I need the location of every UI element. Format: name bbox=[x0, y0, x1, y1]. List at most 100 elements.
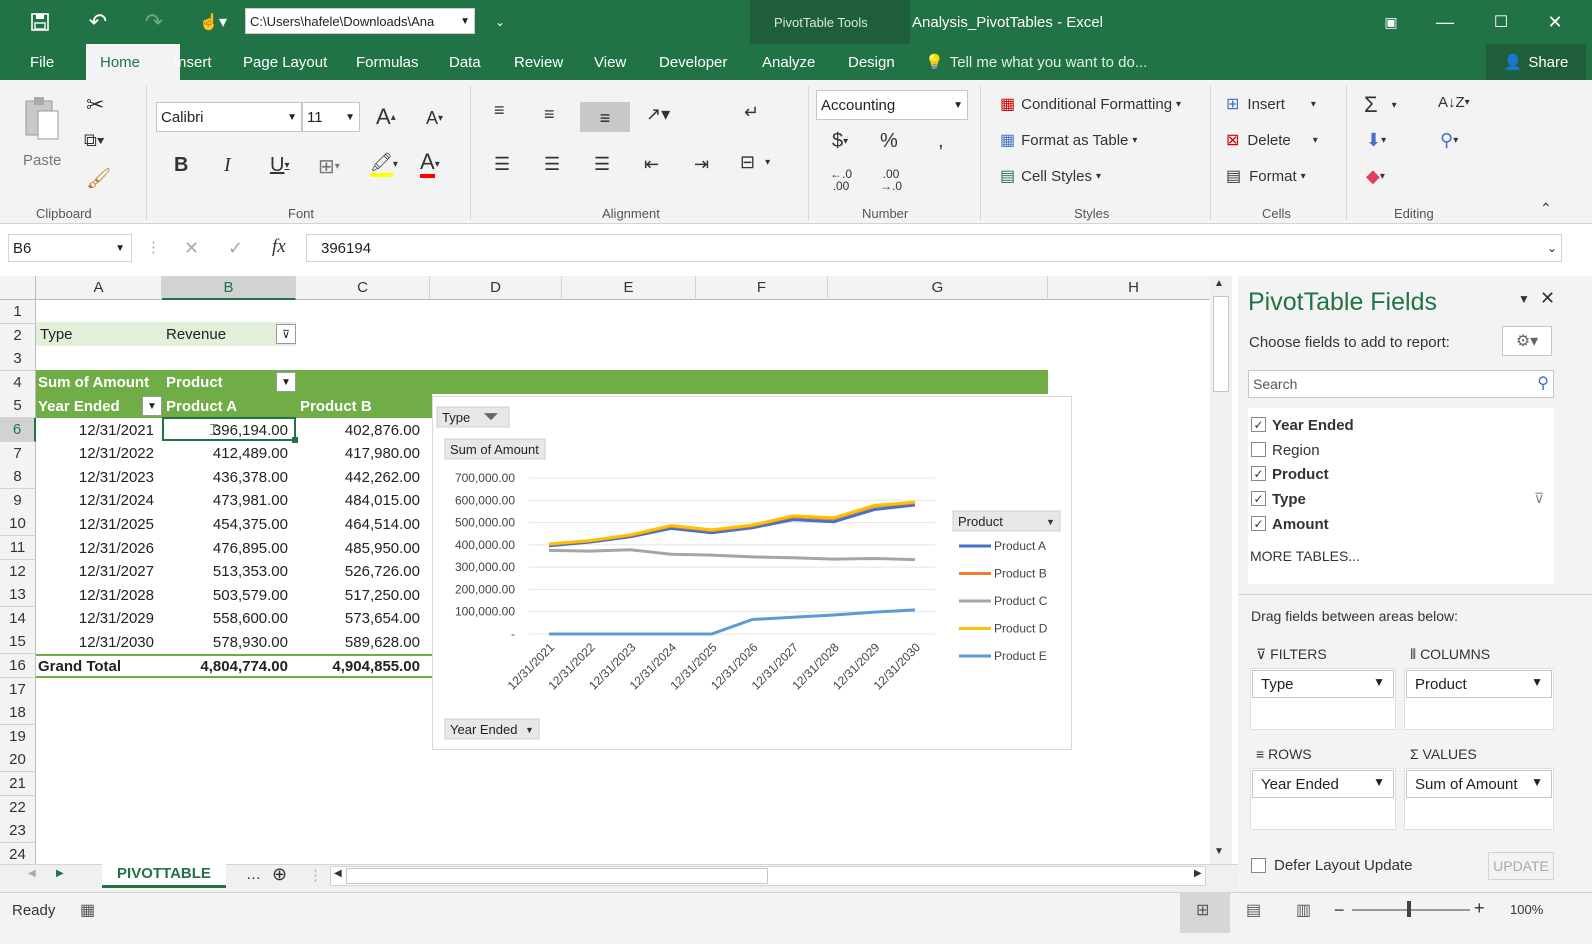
tab-analyze[interactable]: Analyze bbox=[762, 44, 815, 80]
cut-icon[interactable]: ✂ bbox=[86, 92, 104, 118]
tab-view[interactable]: View bbox=[594, 44, 626, 80]
pivot-value-cell[interactable]: 473,981.00 bbox=[162, 489, 296, 513]
align-right-icon[interactable]: ☰ bbox=[594, 154, 610, 175]
row-header[interactable]: 10 bbox=[0, 512, 36, 537]
bottom-align-icon[interactable]: ≡ bbox=[580, 102, 630, 132]
font-color-icon[interactable]: A ▾ bbox=[420, 150, 440, 178]
column-header-f[interactable]: F bbox=[696, 276, 828, 300]
center-icon[interactable]: ☰ bbox=[544, 154, 560, 175]
column-header-e[interactable]: E bbox=[562, 276, 696, 300]
prev-sheet-icon[interactable]: ◀ bbox=[28, 868, 36, 879]
column-header-g[interactable]: G bbox=[828, 276, 1048, 300]
borders-icon[interactable]: ⊞ ▾ bbox=[318, 154, 340, 179]
cell-styles-button[interactable]: ▤ Cell Styles ▾ bbox=[1000, 166, 1101, 186]
column-header-a[interactable]: A bbox=[36, 276, 162, 300]
row-header[interactable]: 18 bbox=[0, 701, 36, 726]
row-header[interactable]: 16 bbox=[0, 654, 36, 678]
pivot-value-cell[interactable]: 558,600.00 bbox=[162, 607, 296, 631]
pivot-value-cell[interactable]: 442,262.00 bbox=[296, 465, 428, 489]
font-size-box[interactable]: 11 ▼ bbox=[302, 102, 360, 132]
scroll-up-icon[interactable]: ▲ bbox=[1214, 278, 1224, 289]
conditional-formatting-button[interactable]: ▦ Conditional Formatting ▾ bbox=[1000, 94, 1181, 114]
format-as-table-button[interactable]: ▦ Format as Table ▾ bbox=[1000, 130, 1137, 150]
page-layout-view-icon[interactable]: ▤ bbox=[1246, 900, 1261, 920]
row-header[interactable]: 21 bbox=[0, 772, 36, 796]
pivot-value-cell[interactable]: 503,579.00 bbox=[162, 583, 296, 607]
row-header[interactable]: 12 bbox=[0, 559, 36, 584]
tab-home[interactable]: Home bbox=[100, 44, 140, 80]
row-header[interactable]: 6 bbox=[0, 418, 36, 442]
format-painter-icon[interactable]: 🖌 bbox=[86, 166, 111, 191]
format-cells-button[interactable]: ▤ Format ▾ bbox=[1226, 166, 1306, 186]
row-header[interactable]: 11 bbox=[0, 536, 36, 560]
find-select-icon[interactable]: ⚲ ▾ bbox=[1440, 130, 1458, 151]
delete-cells-button[interactable]: ⊠ Delete ▾ bbox=[1226, 130, 1318, 150]
formula-input[interactable]: 396194 ⌄ bbox=[306, 234, 1562, 262]
ribbon-display-icon[interactable]: ▣ bbox=[1376, 0, 1406, 44]
font-name-box[interactable]: Calibri ▼ bbox=[156, 102, 302, 132]
zoom-level[interactable]: 100% bbox=[1510, 902, 1543, 917]
clear-icon[interactable]: ◆ ▾ bbox=[1366, 166, 1385, 187]
decrease-decimal-icon[interactable]: .00 →.0 bbox=[880, 168, 902, 192]
align-left-icon[interactable]: ☰ bbox=[494, 154, 510, 175]
panel-options-icon[interactable]: ▼ bbox=[1518, 292, 1530, 306]
filter-dropdown-icon[interactable]: ⊽ bbox=[276, 324, 296, 344]
pivot-row-label[interactable]: 12/31/2029 bbox=[36, 607, 162, 631]
pivot-value-cell[interactable]: 464,514.00 bbox=[296, 512, 428, 536]
fill-handle[interactable] bbox=[292, 437, 298, 443]
field-type[interactable]: Type bbox=[1272, 491, 1306, 508]
tab-design[interactable]: Design bbox=[848, 44, 895, 80]
row-header[interactable]: 22 bbox=[0, 795, 36, 820]
pivot-value-cell[interactable]: 484,015.00 bbox=[296, 489, 428, 513]
autosum-icon[interactable]: Σ ▾ bbox=[1364, 92, 1397, 118]
row-header[interactable]: 7 bbox=[0, 441, 36, 466]
row-header[interactable]: 20 bbox=[0, 748, 36, 773]
row-header[interactable]: 15 bbox=[0, 630, 36, 655]
zoom-out-icon[interactable]: − bbox=[1334, 900, 1345, 921]
field-checkbox-region[interactable] bbox=[1251, 442, 1266, 457]
collapse-ribbon-icon[interactable]: ⌃ bbox=[1540, 200, 1552, 217]
underline-icon[interactable]: U ▾ bbox=[270, 154, 289, 177]
field-search-input[interactable]: Search ⚲ bbox=[1248, 370, 1554, 398]
pivot-value-cell[interactable]: 417,980.00 bbox=[296, 442, 428, 466]
column-header-h[interactable]: H bbox=[1048, 276, 1220, 300]
pivot-row-label[interactable]: 12/31/2028 bbox=[36, 583, 162, 607]
tab-formulas[interactable]: Formulas bbox=[356, 44, 419, 80]
pivot-value-cell[interactable]: 578,930.00 bbox=[162, 630, 296, 654]
row-header[interactable]: 3 bbox=[0, 347, 36, 372]
undo-icon[interactable]: ↶ bbox=[84, 0, 112, 44]
row-header[interactable]: 4 bbox=[0, 370, 36, 395]
macro-record-icon[interactable]: ▦ bbox=[80, 900, 95, 920]
redo-icon[interactable]: ↷ bbox=[140, 0, 168, 44]
row-field-dropdown-icon[interactable]: ▼ bbox=[142, 396, 162, 416]
next-sheet-icon[interactable]: ▶ bbox=[56, 868, 64, 879]
maximize-icon[interactable]: ☐ bbox=[1486, 0, 1516, 44]
field-checkbox-product[interactable]: ✓ bbox=[1251, 466, 1266, 481]
customize-qat-icon[interactable]: ⌄ bbox=[490, 0, 510, 44]
pivot-value-cell[interactable]: 454,375.00 bbox=[162, 512, 296, 536]
tab-split-grip-icon[interactable]: ⋮ bbox=[308, 866, 323, 884]
row-header[interactable]: 1 bbox=[0, 300, 36, 324]
tab-review[interactable]: Review bbox=[514, 44, 563, 80]
middle-align-icon[interactable]: ≡ bbox=[544, 104, 555, 125]
pivot-value-cell[interactable]: 402,876.00 bbox=[296, 418, 428, 442]
new-sheet-icon[interactable]: ⊕ bbox=[272, 864, 287, 885]
paste-label[interactable]: Paste bbox=[23, 152, 61, 169]
pivot-row-label[interactable]: 12/31/2023 bbox=[36, 465, 162, 489]
tab-developer[interactable]: Developer bbox=[659, 44, 727, 80]
zoom-in-icon[interactable]: + bbox=[1474, 898, 1485, 919]
pivot-row-label[interactable]: 12/31/2030 bbox=[36, 630, 162, 654]
file-path-box[interactable]: C:\Users\hafele\Downloads\Ana ▼ bbox=[245, 8, 475, 34]
insert-cells-button[interactable]: ⊞ Insert ▾ bbox=[1226, 94, 1316, 114]
grow-font-icon[interactable]: A ▴ bbox=[376, 104, 396, 130]
copy-icon[interactable]: ⧉▾ bbox=[84, 130, 104, 151]
scroll-left-icon[interactable]: ◀ bbox=[334, 868, 342, 879]
row-header[interactable]: 19 bbox=[0, 724, 36, 749]
select-all-corner[interactable] bbox=[0, 276, 36, 300]
page-break-view-icon[interactable]: ▥ bbox=[1296, 900, 1311, 920]
zoom-slider[interactable] bbox=[1352, 909, 1470, 911]
field-checkbox-type[interactable]: ✓ bbox=[1251, 491, 1266, 506]
more-tables-link[interactable]: MORE TABLES... bbox=[1250, 548, 1360, 564]
enter-icon[interactable]: ✓ bbox=[228, 238, 243, 259]
vertical-scroll-thumb[interactable] bbox=[1213, 296, 1229, 392]
